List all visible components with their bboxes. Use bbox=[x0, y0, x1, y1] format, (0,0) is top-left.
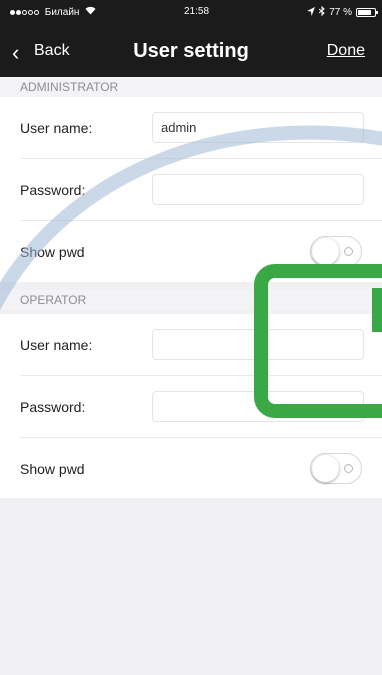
operator-show-pwd-toggle[interactable] bbox=[310, 453, 362, 484]
operator-show-pwd-label: Show pwd bbox=[20, 460, 85, 477]
signal-strength-icon bbox=[10, 9, 39, 15]
admin-username-input[interactable] bbox=[152, 112, 364, 143]
operator-password-row: Password: bbox=[0, 376, 382, 437]
admin-show-pwd-label: Show pwd bbox=[20, 243, 85, 260]
status-bar: Билайн 21:58 77 % bbox=[0, 0, 382, 26]
operator-group: User name: Password: Show pwd bbox=[0, 314, 382, 498]
operator-password-input[interactable] bbox=[152, 391, 364, 422]
wifi-icon bbox=[85, 6, 96, 18]
section-header-operator: OPERATOR bbox=[0, 290, 382, 310]
status-right: 77 % bbox=[307, 5, 378, 19]
toggle-knob bbox=[312, 455, 339, 482]
admin-username-label: User name: bbox=[20, 119, 93, 136]
carrier-name: Билайн bbox=[44, 7, 80, 18]
top-bar: Билайн 21:58 77 % ‹ Back User setting Do… bbox=[0, 0, 382, 77]
operator-username-input[interactable] bbox=[152, 329, 364, 360]
admin-show-pwd-row: Show pwd bbox=[0, 221, 382, 282]
location-icon bbox=[307, 6, 316, 19]
admin-username-row: User name: bbox=[0, 97, 382, 158]
toggle-off-indicator bbox=[344, 247, 353, 256]
operator-username-label: User name: bbox=[20, 336, 93, 353]
administrator-group: User name: Password: Show pwd bbox=[0, 97, 382, 282]
done-button[interactable]: Done bbox=[327, 42, 365, 60]
carrier-area: Билайн bbox=[10, 6, 96, 18]
battery-percent: 77 % bbox=[329, 7, 352, 18]
toggle-off-indicator bbox=[344, 464, 353, 473]
clock: 21:58 bbox=[184, 6, 210, 17]
admin-password-label: Password: bbox=[20, 181, 86, 198]
admin-show-pwd-toggle[interactable] bbox=[310, 236, 362, 267]
toggle-knob bbox=[312, 238, 339, 265]
battery-icon bbox=[356, 8, 378, 17]
operator-username-row: User name: bbox=[0, 314, 382, 375]
operator-password-label: Password: bbox=[20, 398, 86, 415]
nav-bar: ‹ Back User setting Done bbox=[0, 36, 382, 72]
section-header-administrator: ADMINISTRATOR bbox=[0, 77, 382, 97]
bluetooth-icon bbox=[318, 5, 325, 19]
page-title: User setting bbox=[133, 40, 249, 62]
operator-show-pwd-row: Show pwd bbox=[0, 438, 382, 499]
admin-password-row: Password: bbox=[0, 159, 382, 220]
admin-password-input[interactable] bbox=[152, 174, 364, 205]
